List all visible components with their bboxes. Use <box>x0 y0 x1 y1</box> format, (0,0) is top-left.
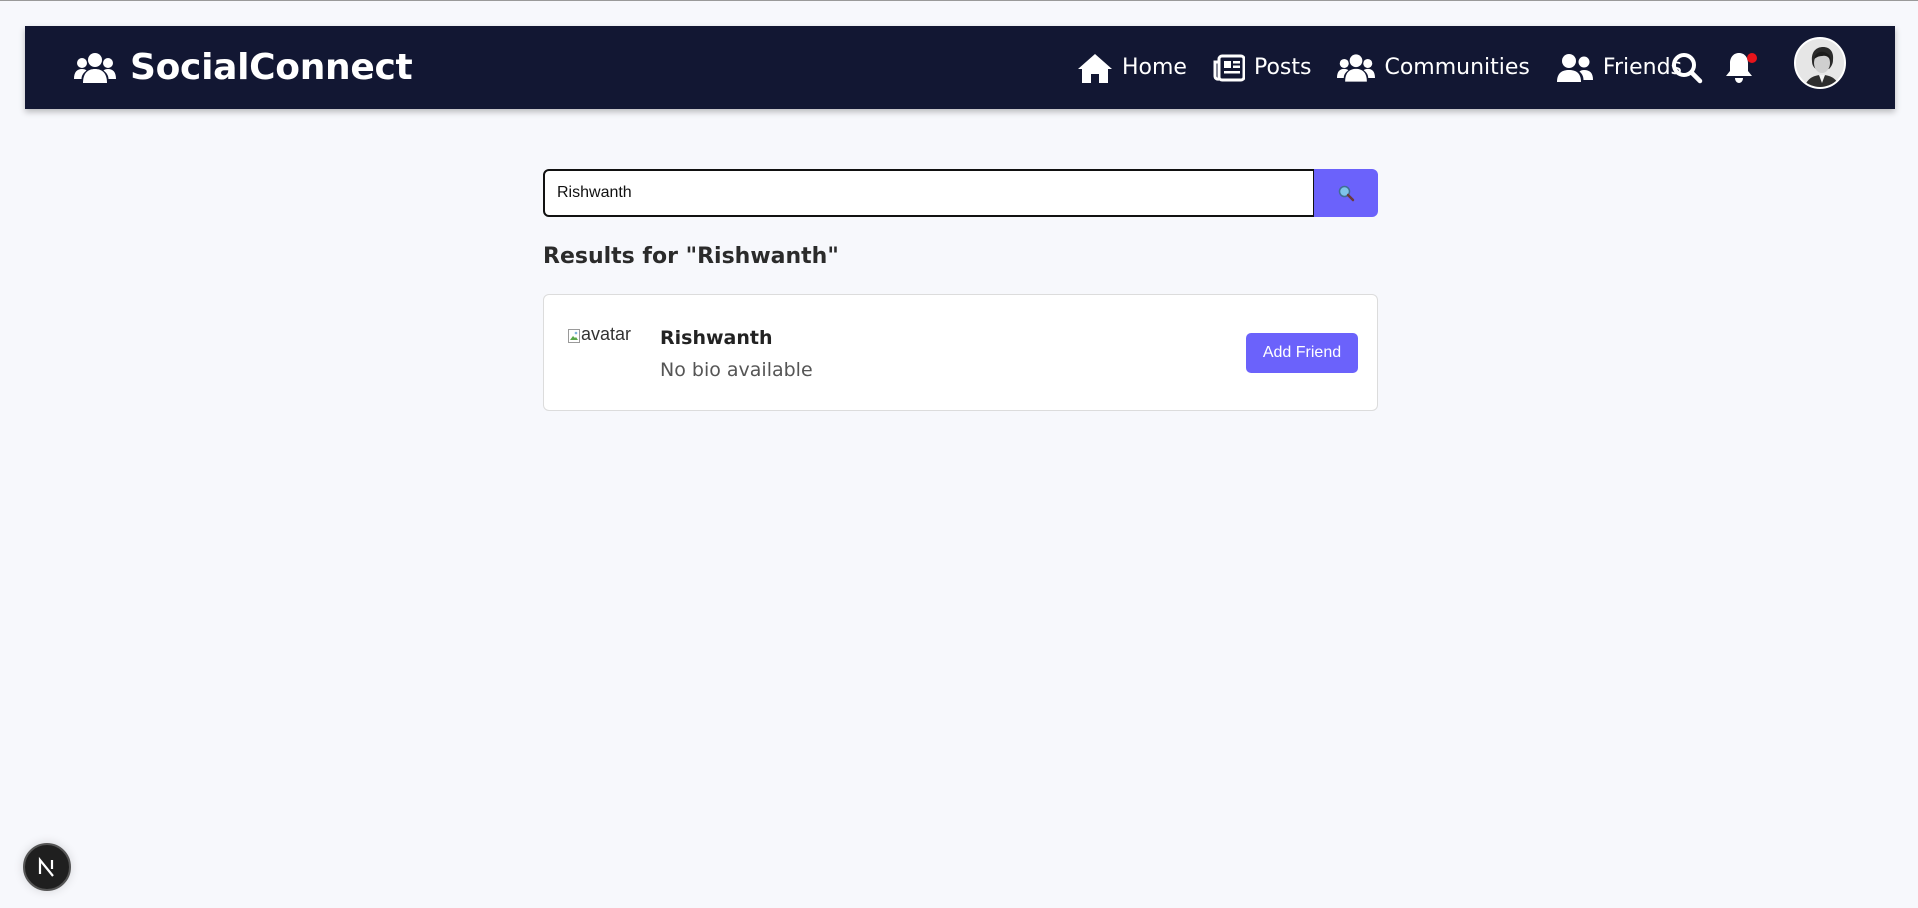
result-avatar: avatar <box>568 319 636 349</box>
nav-item-communities[interactable]: Communities <box>1337 53 1530 83</box>
nav-item-label: Home <box>1122 55 1187 80</box>
result-user-bio: No bio available <box>660 359 813 381</box>
nav-links: Home Posts Communities Friends <box>1077 26 1708 109</box>
navbar: SocialConnect Home Posts Communities Fri… <box>25 26 1895 109</box>
users-icon <box>1337 53 1376 82</box>
user-photo-icon <box>1796 39 1844 87</box>
nav-item-posts[interactable]: Posts <box>1213 54 1312 82</box>
results-heading: Results for "Rishwanth" <box>543 244 839 269</box>
users-icon <box>74 52 116 83</box>
result-user-name[interactable]: Rishwanth <box>660 327 773 349</box>
add-friend-button[interactable]: Add Friend <box>1246 333 1358 373</box>
user-friends-icon <box>1556 53 1593 82</box>
search-input[interactable] <box>543 169 1315 217</box>
broken-image-icon <box>568 327 580 343</box>
nav-item-friends[interactable]: Friends <box>1556 53 1682 83</box>
search-submit-button[interactable] <box>1314 169 1378 217</box>
brand-name: SocialConnect <box>130 47 413 88</box>
avatar-alt-text: avatar <box>581 323 632 344</box>
profile-avatar[interactable] <box>1794 37 1846 89</box>
window-top-border <box>0 0 1918 1</box>
nav-search-button[interactable] <box>1671 52 1703 89</box>
user-result-card: avatar Rishwanth No bio available Add Fr… <box>543 294 1378 411</box>
nav-item-home[interactable]: Home <box>1077 52 1187 84</box>
search-form <box>543 169 1378 217</box>
nav-item-label: Communities <box>1384 55 1530 80</box>
notification-dot <box>1747 53 1757 63</box>
next-logo-icon <box>38 856 54 877</box>
brand-logo[interactable]: SocialConnect <box>74 26 413 109</box>
search-icon <box>1672 53 1703 84</box>
nextjs-dev-indicator[interactable] <box>23 843 71 891</box>
home-icon <box>1078 53 1112 83</box>
nav-item-label: Posts <box>1253 55 1312 80</box>
magnifier-icon <box>1338 185 1355 202</box>
newspaper-icon <box>1213 54 1245 81</box>
